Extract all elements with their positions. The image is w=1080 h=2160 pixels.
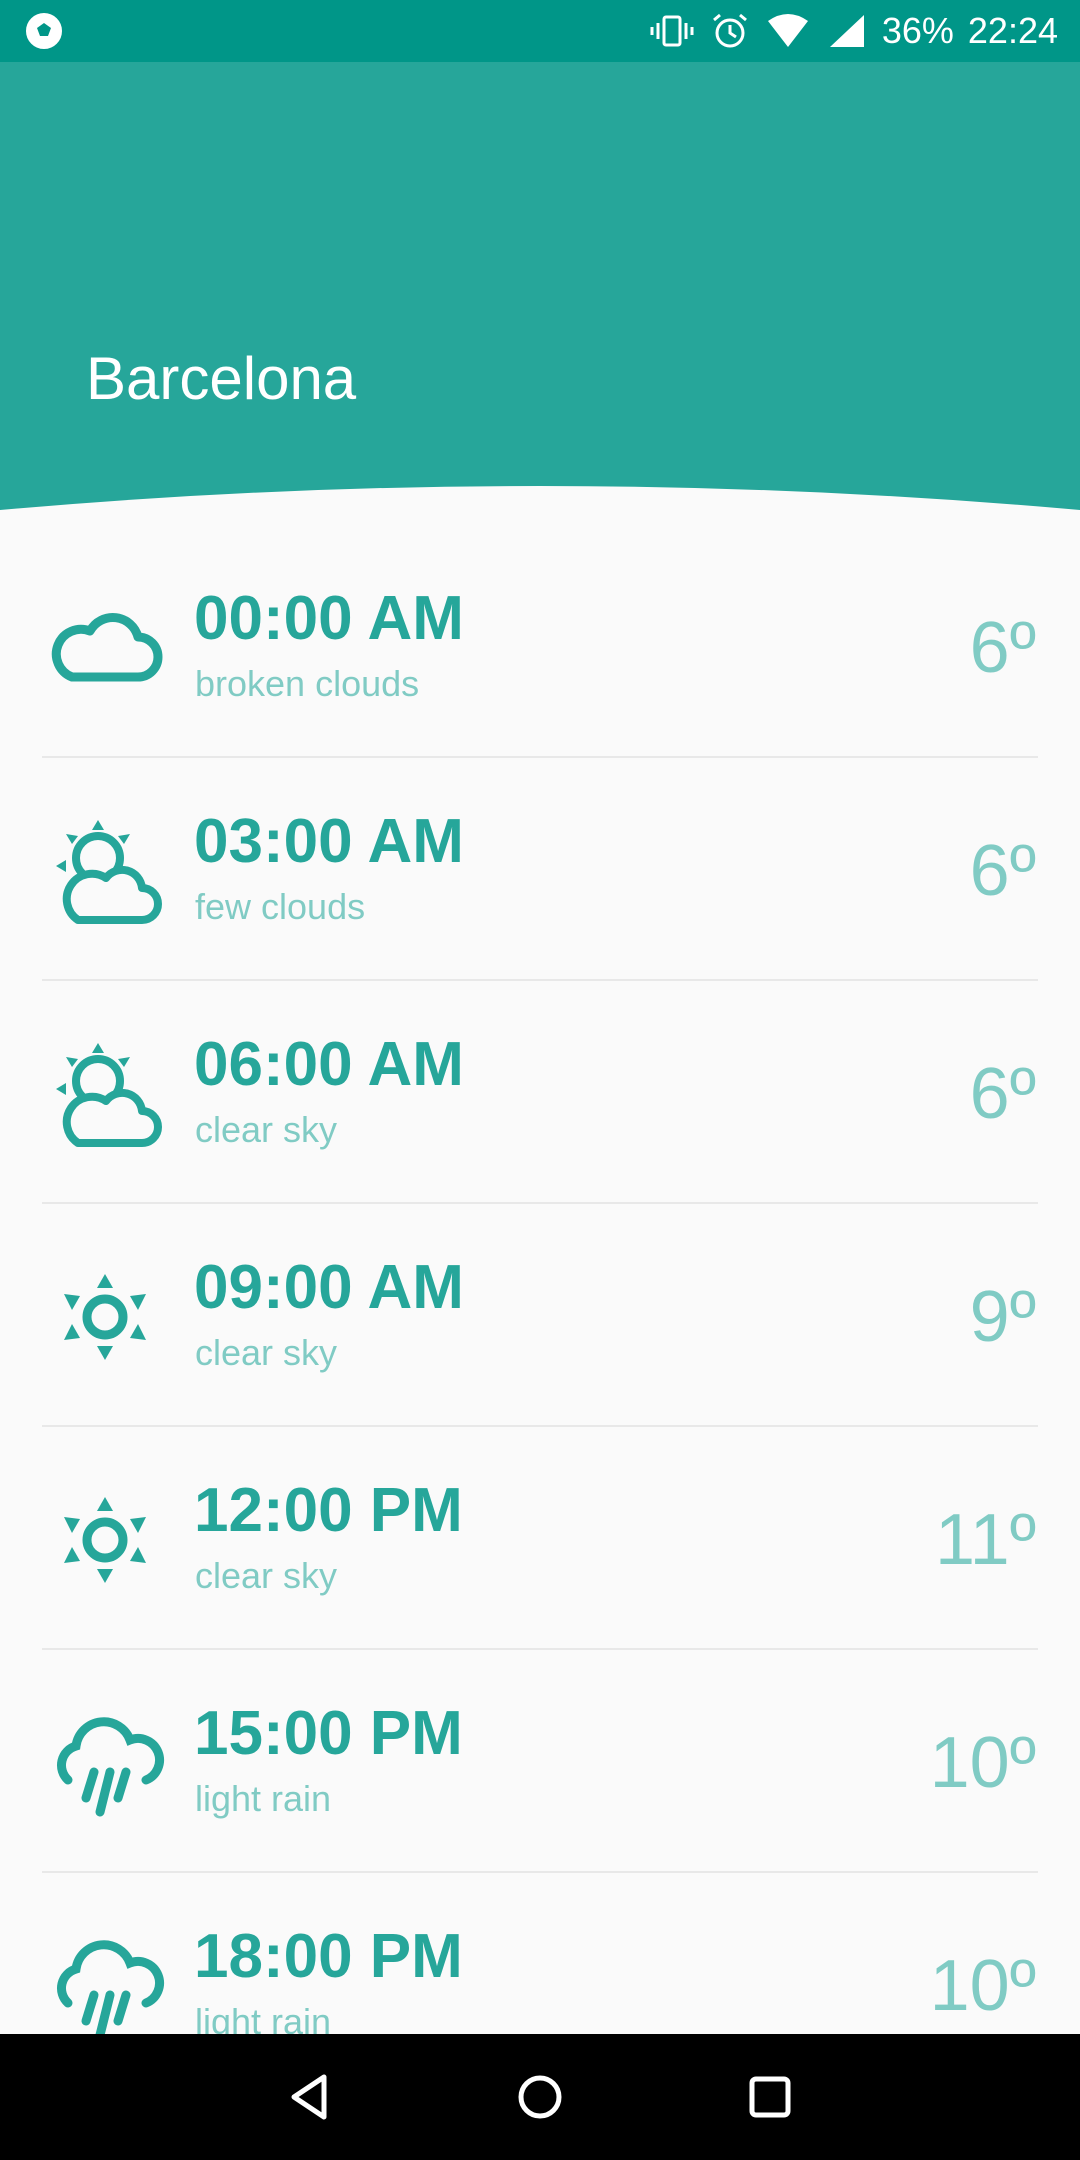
city-title: Barcelona xyxy=(86,345,357,412)
wifi-icon xyxy=(767,14,808,47)
vibrate-icon xyxy=(650,15,694,47)
forecast-temperature: 10º xyxy=(929,1946,1036,2026)
forecast-description: light rain xyxy=(195,1778,332,1819)
soccer-ball-icon xyxy=(26,13,62,49)
forecast-time: 03:00 AM xyxy=(194,807,464,876)
forecast-list[interactable]: 00:00 AM broken clouds 6º 03:00 AM few cloud… xyxy=(0,535,1080,2096)
sun-icon xyxy=(64,1274,146,1360)
navigation-bar xyxy=(0,2034,1080,2160)
forecast-row[interactable]: 00:00 AM broken clouds 6º xyxy=(0,535,1080,758)
forecast-time: 09:00 AM xyxy=(194,1253,464,1322)
forecast-temperature: 6º xyxy=(969,831,1036,911)
alarm-icon xyxy=(712,13,747,48)
forecast-time: 00:00 AM xyxy=(194,584,464,653)
clock: 22:24 xyxy=(967,10,1058,51)
header: Barcelona xyxy=(0,62,1080,512)
forecast-row[interactable]: 03:00 AM few clouds 6º xyxy=(0,758,1080,981)
sun-behind-cloud-icon xyxy=(56,1043,162,1147)
header-background xyxy=(0,62,1080,510)
forecast-temperature: 10º xyxy=(929,1723,1036,1803)
forecast-description: clear sky xyxy=(195,1332,338,1373)
forecast-temperature: 11º xyxy=(934,1500,1036,1580)
rain-icon xyxy=(57,1940,165,2040)
forecast-temperature: 6º xyxy=(969,608,1036,688)
forecast-row[interactable]: 09:00 AM clear sky 9º xyxy=(0,1204,1080,1427)
forecast-description: few clouds xyxy=(195,886,366,927)
forecast-description: clear sky xyxy=(195,1555,338,1596)
forecast-time: 12:00 PM xyxy=(194,1476,463,1545)
home-icon[interactable] xyxy=(510,2067,570,2127)
battery-percentage: 36% xyxy=(881,10,954,51)
forecast-row[interactable]: 15:00 PM light rain 10º xyxy=(0,1650,1080,1873)
sun-behind-cloud-icon xyxy=(56,820,162,924)
forecast-temperature: 9º xyxy=(969,1277,1036,1357)
forecast-description: broken clouds xyxy=(195,663,420,704)
forecast-description: clear sky xyxy=(195,1109,338,1150)
forecast-temperature: 6º xyxy=(969,1054,1036,1134)
rain-icon xyxy=(57,1717,165,1817)
forecast-row[interactable]: 06:00 AM clear sky 6º xyxy=(0,981,1080,1204)
forecast-time: 18:00 PM xyxy=(194,1922,463,1991)
status-bar: 36% 22:24 xyxy=(0,0,1080,62)
recents-icon[interactable] xyxy=(740,2067,800,2127)
back-icon[interactable] xyxy=(280,2067,340,2127)
cloud-icon xyxy=(51,612,163,682)
signal-icon xyxy=(829,15,864,47)
forecast-time: 15:00 PM xyxy=(194,1699,463,1768)
forecast-time: 06:00 AM xyxy=(194,1030,464,1099)
sun-icon xyxy=(64,1497,146,1583)
forecast-row[interactable]: 12:00 PM clear sky 11º xyxy=(0,1427,1080,1650)
